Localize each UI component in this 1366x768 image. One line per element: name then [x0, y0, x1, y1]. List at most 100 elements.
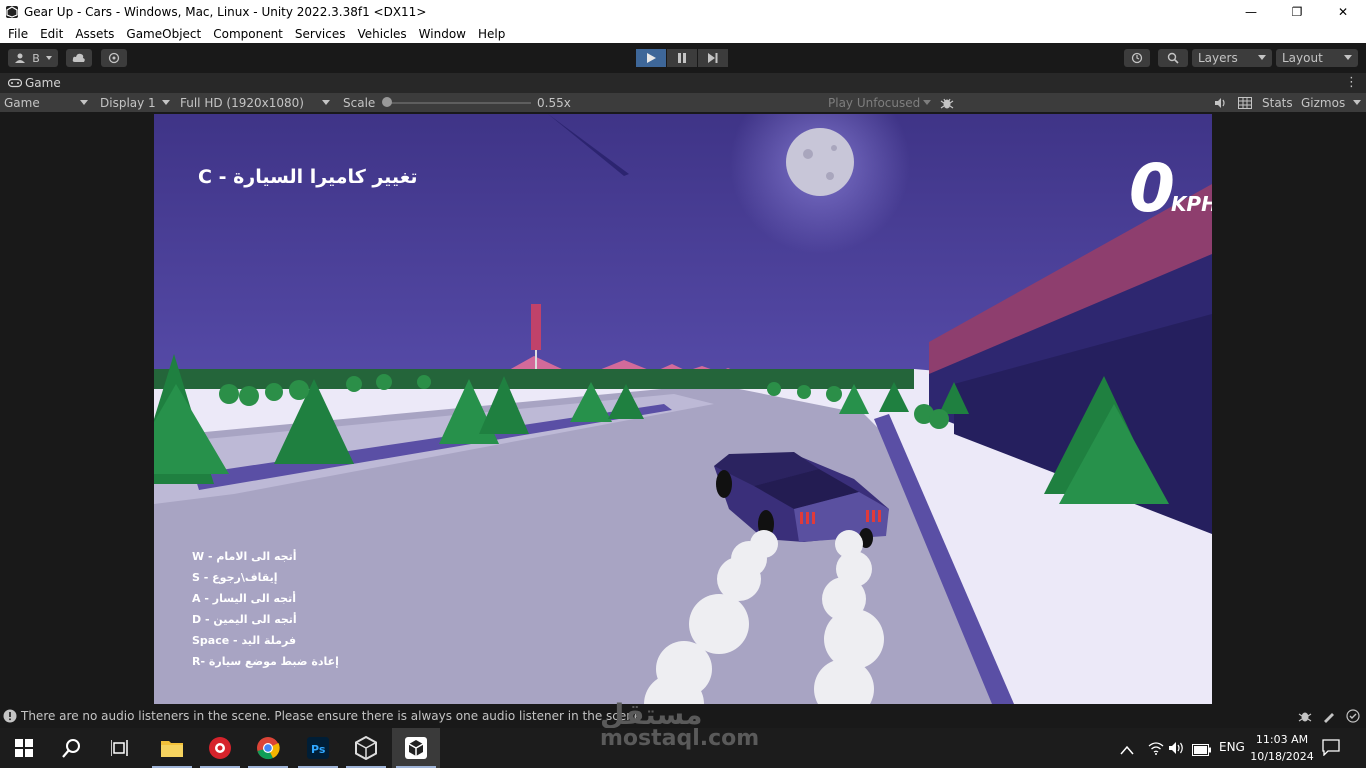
view-mode-label: Game	[4, 95, 40, 110]
taskbar-photoshop[interactable]: Ps	[294, 728, 342, 768]
wifi-indicator[interactable]	[1148, 740, 1164, 759]
layers-dropdown[interactable]: Layers	[1192, 49, 1272, 67]
show-hidden-icons[interactable]	[1120, 740, 1134, 759]
check-circle-icon[interactable]	[1346, 709, 1360, 723]
status-message: There are no audio listeners in the scen…	[21, 709, 642, 723]
collab-button[interactable]	[101, 49, 127, 67]
chevron-down-icon	[322, 100, 330, 105]
resolution-label: Full HD (1920x1080)	[180, 95, 304, 110]
play-button[interactable]	[636, 49, 666, 67]
notification-icon	[1322, 739, 1340, 757]
search-icon	[62, 739, 80, 758]
taskbar-screen-recorder[interactable]	[196, 728, 244, 768]
taskbar-file-explorer[interactable]	[148, 728, 196, 768]
taskbar-unity-editor[interactable]	[392, 728, 440, 768]
brush-icon[interactable]	[1322, 709, 1336, 723]
step-button[interactable]	[698, 49, 728, 67]
task-view-button[interactable]	[96, 728, 144, 768]
menu-edit[interactable]: Edit	[34, 27, 69, 41]
control-forward: W - أتجه الى الامام	[192, 550, 297, 563]
task-view-icon	[111, 740, 128, 756]
scale-slider[interactable]	[381, 93, 531, 112]
collab-icon	[108, 52, 120, 64]
pause-icon	[678, 53, 686, 63]
menu-assets[interactable]: Assets	[69, 27, 120, 41]
control-left: A - أتجه الى اليسار	[192, 592, 296, 605]
moon	[786, 128, 854, 196]
close-button[interactable]: ✕	[1320, 0, 1366, 24]
history-button[interactable]	[1124, 49, 1150, 67]
windows-taskbar: Ps mostaql.com ENG 11:03 AM 10/18/2024	[0, 726, 1366, 768]
stats-button[interactable]: Stats	[1262, 93, 1293, 112]
menu-file[interactable]: File	[2, 27, 34, 41]
search-button[interactable]	[1158, 49, 1188, 67]
menu-help[interactable]: Help	[472, 27, 511, 41]
taskbar-unity-hub[interactable]	[342, 728, 390, 768]
audio-mute-button[interactable]	[1212, 93, 1228, 112]
recorder-icon	[209, 737, 231, 759]
control-reset: R- إعادة ضبط موضع سيارة	[192, 655, 339, 668]
pause-button[interactable]	[667, 49, 697, 67]
tab-game[interactable]: Game	[0, 76, 61, 90]
window-title: Gear Up - Cars - Windows, Mac, Linux - U…	[24, 5, 427, 19]
battery-indicator[interactable]	[1192, 741, 1212, 760]
scale-slider-thumb[interactable]	[382, 97, 392, 107]
clock[interactable]: 11:03 AM 10/18/2024	[1250, 731, 1314, 765]
game-viewport[interactable]: تغيير كاميرا السيارة - C 0KPH W - أتجه ا…	[154, 114, 1212, 704]
chevron-down-icon	[1344, 55, 1352, 60]
aspect-button[interactable]	[1237, 93, 1253, 112]
menu-gameobject[interactable]: GameObject	[120, 27, 207, 41]
speed-unit: KPH	[1170, 192, 1212, 216]
windows-logo-icon	[15, 739, 33, 757]
minimize-button[interactable]: —	[1228, 0, 1274, 24]
chevron-down-icon	[1353, 100, 1361, 105]
account-icon	[15, 53, 26, 63]
language-indicator[interactable]: ENG	[1219, 740, 1245, 754]
control-stop-reverse: S - إيقاف\رجوع	[192, 571, 278, 584]
controls-help: W - أتجه الى الامام S - إيقاف\رجوع A - أ…	[192, 546, 339, 672]
chevron-down-icon	[80, 100, 88, 105]
gizmos-dropdown[interactable]: Gizmos	[1301, 93, 1363, 112]
notification-center[interactable]	[1322, 738, 1340, 760]
play-focus-dropdown[interactable]: Play Unfocused	[828, 93, 932, 112]
folder-icon	[161, 741, 183, 757]
chevron-down-icon	[162, 100, 170, 105]
bug-icon[interactable]	[1298, 709, 1312, 723]
speed-value: 0	[1129, 150, 1175, 227]
menu-bar: File Edit Assets GameObject Component Se…	[0, 24, 1366, 43]
control-right: D - أتجه الى اليمين	[192, 613, 297, 626]
layers-label: Layers	[1198, 51, 1238, 65]
layout-dropdown[interactable]: Layout	[1276, 49, 1358, 67]
search-button[interactable]	[48, 728, 96, 768]
status-icons	[1298, 709, 1360, 723]
battery-icon	[1192, 744, 1211, 756]
cloud-button[interactable]	[66, 49, 92, 67]
volume-indicator[interactable]	[1168, 740, 1186, 759]
display-dropdown[interactable]: Display 1	[100, 93, 172, 112]
maximize-button[interactable]: ❐	[1274, 0, 1320, 24]
chevron-up-icon	[1120, 745, 1134, 755]
menu-component[interactable]: Component	[207, 27, 289, 41]
console-status-bar[interactable]: There are no audio listeners in the scen…	[0, 698, 1366, 731]
clock-date: 10/18/2024	[1250, 750, 1314, 763]
play-icon	[647, 53, 656, 63]
debug-button[interactable]	[938, 93, 956, 112]
menu-window[interactable]: Window	[413, 27, 472, 41]
chevron-down-icon	[45, 56, 52, 60]
unity-logo-icon	[6, 6, 18, 18]
start-button[interactable]	[0, 728, 48, 768]
speaker-icon	[1169, 742, 1183, 754]
gamepad-icon	[8, 78, 22, 88]
view-mode-dropdown[interactable]: Game	[4, 93, 90, 112]
tab-game-label: Game	[25, 76, 61, 90]
scale-value: 0.55x	[537, 95, 571, 110]
account-dropdown[interactable]: B	[8, 49, 58, 67]
window-controls: — ❐ ✕	[1228, 0, 1366, 24]
resolution-dropdown[interactable]: Full HD (1920x1080)	[180, 93, 332, 112]
taskbar-chrome[interactable]	[244, 728, 292, 768]
menu-services[interactable]: Services	[289, 27, 352, 41]
menu-vehicles[interactable]: Vehicles	[352, 27, 413, 41]
step-icon	[708, 53, 718, 63]
camera-hint: تغيير كاميرا السيارة - C	[198, 166, 418, 188]
kebab-menu-icon[interactable]: ⋮	[1345, 75, 1358, 90]
